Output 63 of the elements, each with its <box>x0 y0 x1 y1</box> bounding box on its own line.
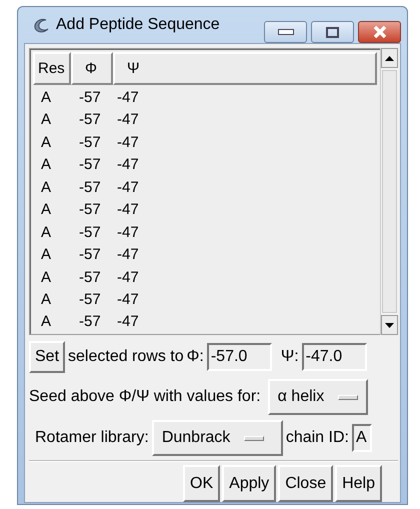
table-cell-text: -57 <box>78 178 102 198</box>
scroll-down-icon[interactable] <box>381 315 398 335</box>
table-cell-text: -47 <box>116 222 140 243</box>
table-cell-text: A <box>40 155 52 176</box>
phi-label: Φ: <box>186 348 204 366</box>
table-cell-text: -47 <box>116 88 140 108</box>
table-cell-text: -57 <box>78 312 102 332</box>
close-icon <box>372 25 388 39</box>
table-cell-text: -47 <box>116 245 140 266</box>
table-cell-text: A <box>40 200 52 220</box>
scroll-up-icon[interactable] <box>381 48 398 68</box>
table-cell-text: A <box>40 110 52 130</box>
table-cell-text: A <box>40 132 52 153</box>
chain-id-field[interactable]: A <box>352 424 372 452</box>
table-cell-text: -47 <box>116 290 140 310</box>
table-cell-text: -57 <box>78 245 102 266</box>
table-cell-text: -57 <box>78 88 102 108</box>
table-cell-text: -47 <box>116 312 140 332</box>
table-cell-text: -47 <box>116 178 140 198</box>
window-title: Add Peptide Sequence <box>56 16 221 34</box>
minimize-button[interactable] <box>264 21 307 43</box>
phi-field[interactable]: -57.0 <box>206 343 272 371</box>
table-cell-text: -57 <box>78 222 102 243</box>
table-cell-text: -57 <box>78 110 102 130</box>
maximize-button[interactable] <box>311 21 354 43</box>
rotamer-label: Rotamer library: <box>35 429 149 447</box>
table-cell-text: -47 <box>116 200 140 220</box>
seed-label: Seed above Φ/Ψ with values for: <box>29 388 261 406</box>
chain-id-label: chain ID: <box>286 429 349 447</box>
dialog-button[interactable]: Apply <box>222 465 276 502</box>
dialog-button[interactable]: OK <box>183 465 220 502</box>
column-header[interactable]: Res <box>33 52 71 85</box>
scrollbar[interactable] <box>380 48 398 335</box>
table-cell-text: A <box>40 88 52 108</box>
table-cell-text: -47 <box>116 155 140 176</box>
table-cell-text: A <box>40 245 52 266</box>
table-cell-text: -47 <box>116 132 140 153</box>
table-cell-text: -57 <box>78 155 102 176</box>
table-cell-text: -57 <box>78 290 102 310</box>
column-header[interactable]: Φ <box>71 52 113 85</box>
selected-rows-label: selected rows to <box>68 348 184 366</box>
dialog-button[interactable]: Close <box>278 465 334 502</box>
table-cell-text: A <box>40 290 52 310</box>
table-cell-text: A <box>40 268 52 288</box>
minimize-icon <box>278 29 294 35</box>
app-icon <box>32 16 50 34</box>
table-cell-text: -57 <box>78 132 102 153</box>
table-cell-text: A <box>40 312 52 332</box>
rotamer-library-menu[interactable]: Dunbrack <box>152 420 283 456</box>
maximize-icon <box>326 26 339 38</box>
close-button[interactable] <box>358 21 401 43</box>
psi-label: Ψ: <box>280 348 299 366</box>
table-cell-text: A <box>40 222 52 243</box>
dialog-button[interactable]: Help <box>335 465 382 502</box>
column-header[interactable]: Ψ <box>113 52 377 85</box>
psi-field[interactable]: -47.0 <box>302 343 367 371</box>
table-cell-text: A <box>40 178 52 198</box>
table-cell-text: -47 <box>116 268 140 288</box>
table-cell-text: -47 <box>116 110 140 130</box>
table-cell-text: -57 <box>78 200 102 220</box>
table-cell-text: -57 <box>78 268 102 288</box>
set-button[interactable]: Set <box>29 341 66 373</box>
secondary-structure-menu[interactable]: α helix <box>268 379 368 415</box>
